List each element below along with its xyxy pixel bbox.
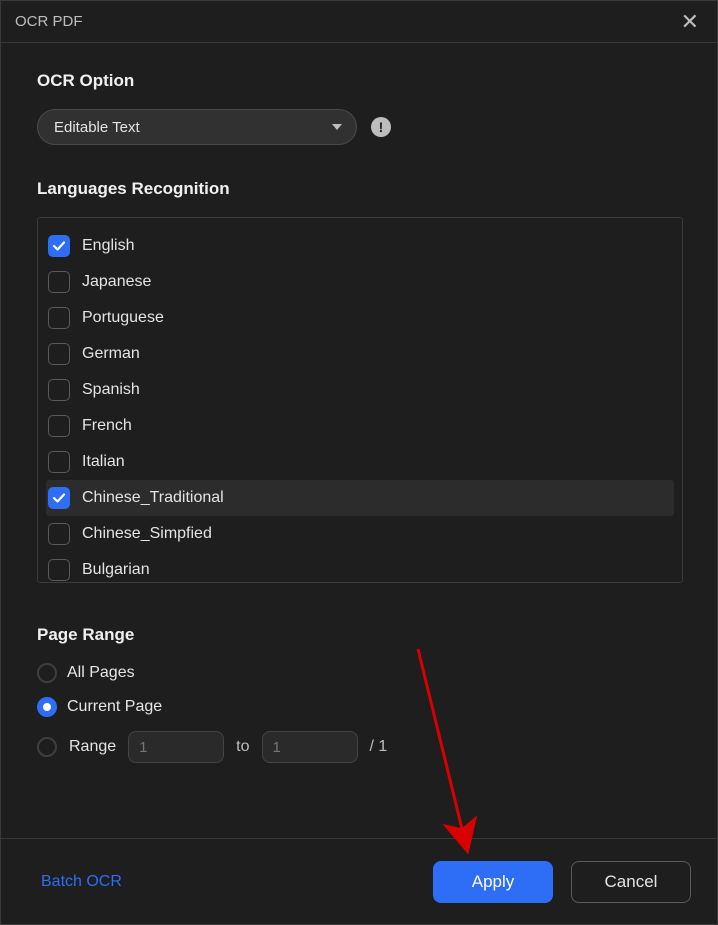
language-checkbox[interactable] <box>48 415 70 437</box>
apply-button[interactable]: Apply <box>433 861 553 903</box>
titlebar: OCR PDF ✕ <box>1 1 717 43</box>
range-to-label: to <box>236 738 249 756</box>
batch-ocr-link[interactable]: Batch OCR <box>41 873 122 891</box>
language-label: French <box>82 417 132 435</box>
radio-range[interactable] <box>37 737 57 757</box>
language-label: Bulgarian <box>82 561 150 579</box>
languages-list[interactable]: English Japanese Portuguese German Spanish Fr… <box>46 228 680 582</box>
language-item[interactable]: French <box>46 408 674 444</box>
ocr-option-label: OCR Option <box>37 71 683 91</box>
language-checkbox[interactable] <box>48 451 70 473</box>
info-icon[interactable]: ! <box>371 117 391 137</box>
languages-box: English Japanese Portuguese German Spanish Fr… <box>37 217 683 583</box>
radio-current-page[interactable] <box>37 697 57 717</box>
dialog-title: OCR PDF <box>15 13 83 30</box>
language-item[interactable]: Bulgarian <box>46 552 674 582</box>
language-label: Italian <box>82 453 125 471</box>
language-checkbox[interactable] <box>48 343 70 365</box>
language-item[interactable]: Chinese_Traditional <box>46 480 674 516</box>
range-total: / 1 <box>370 738 388 756</box>
language-checkbox[interactable] <box>48 271 70 293</box>
language-label: Chinese_Traditional <box>82 489 224 507</box>
radio-range-label: Range <box>69 738 116 756</box>
language-item[interactable]: Portuguese <box>46 300 674 336</box>
language-label: English <box>82 237 134 255</box>
radio-all-pages-label: All Pages <box>67 664 135 682</box>
footer-buttons: Apply Cancel <box>433 861 691 903</box>
language-checkbox[interactable] <box>48 523 70 545</box>
close-icon[interactable]: ✕ <box>675 5 705 39</box>
radio-all-pages[interactable] <box>37 663 57 683</box>
language-label: Portuguese <box>82 309 164 327</box>
radio-current-page-label: Current Page <box>67 698 162 716</box>
language-item[interactable]: English <box>46 228 674 264</box>
language-item[interactable]: German <box>46 336 674 372</box>
language-checkbox[interactable] <box>48 235 70 257</box>
radio-all-pages-row[interactable]: All Pages <box>37 663 683 683</box>
language-label: German <box>82 345 140 363</box>
range-from-input[interactable] <box>128 731 224 763</box>
radio-range-row[interactable]: Range to / 1 <box>37 731 683 763</box>
languages-label: Languages Recognition <box>37 179 683 199</box>
page-range-label: Page Range <box>37 625 683 645</box>
language-label: Japanese <box>82 273 151 291</box>
cancel-button[interactable]: Cancel <box>571 861 691 903</box>
ocr-option-row: Editable Text ! <box>37 109 683 145</box>
radio-current-page-row[interactable]: Current Page <box>37 697 683 717</box>
language-label: Chinese_Simpfied <box>82 525 212 543</box>
language-item[interactable]: Spanish <box>46 372 674 408</box>
language-checkbox[interactable] <box>48 487 70 509</box>
range-to-input[interactable] <box>262 731 358 763</box>
language-checkbox[interactable] <box>48 559 70 581</box>
language-item[interactable]: Italian <box>46 444 674 480</box>
language-item[interactable]: Chinese_Simpfied <box>46 516 674 552</box>
ocr-option-dropdown[interactable]: Editable Text <box>37 109 357 145</box>
language-label: Spanish <box>82 381 140 399</box>
language-checkbox[interactable] <box>48 379 70 401</box>
dialog-content: OCR Option Editable Text ! Languages Rec… <box>1 43 717 763</box>
chevron-down-icon <box>332 124 342 130</box>
dialog-footer: Batch OCR Apply Cancel <box>1 838 717 924</box>
language-checkbox[interactable] <box>48 307 70 329</box>
ocr-option-value: Editable Text <box>54 119 140 136</box>
language-item[interactable]: Japanese <box>46 264 674 300</box>
